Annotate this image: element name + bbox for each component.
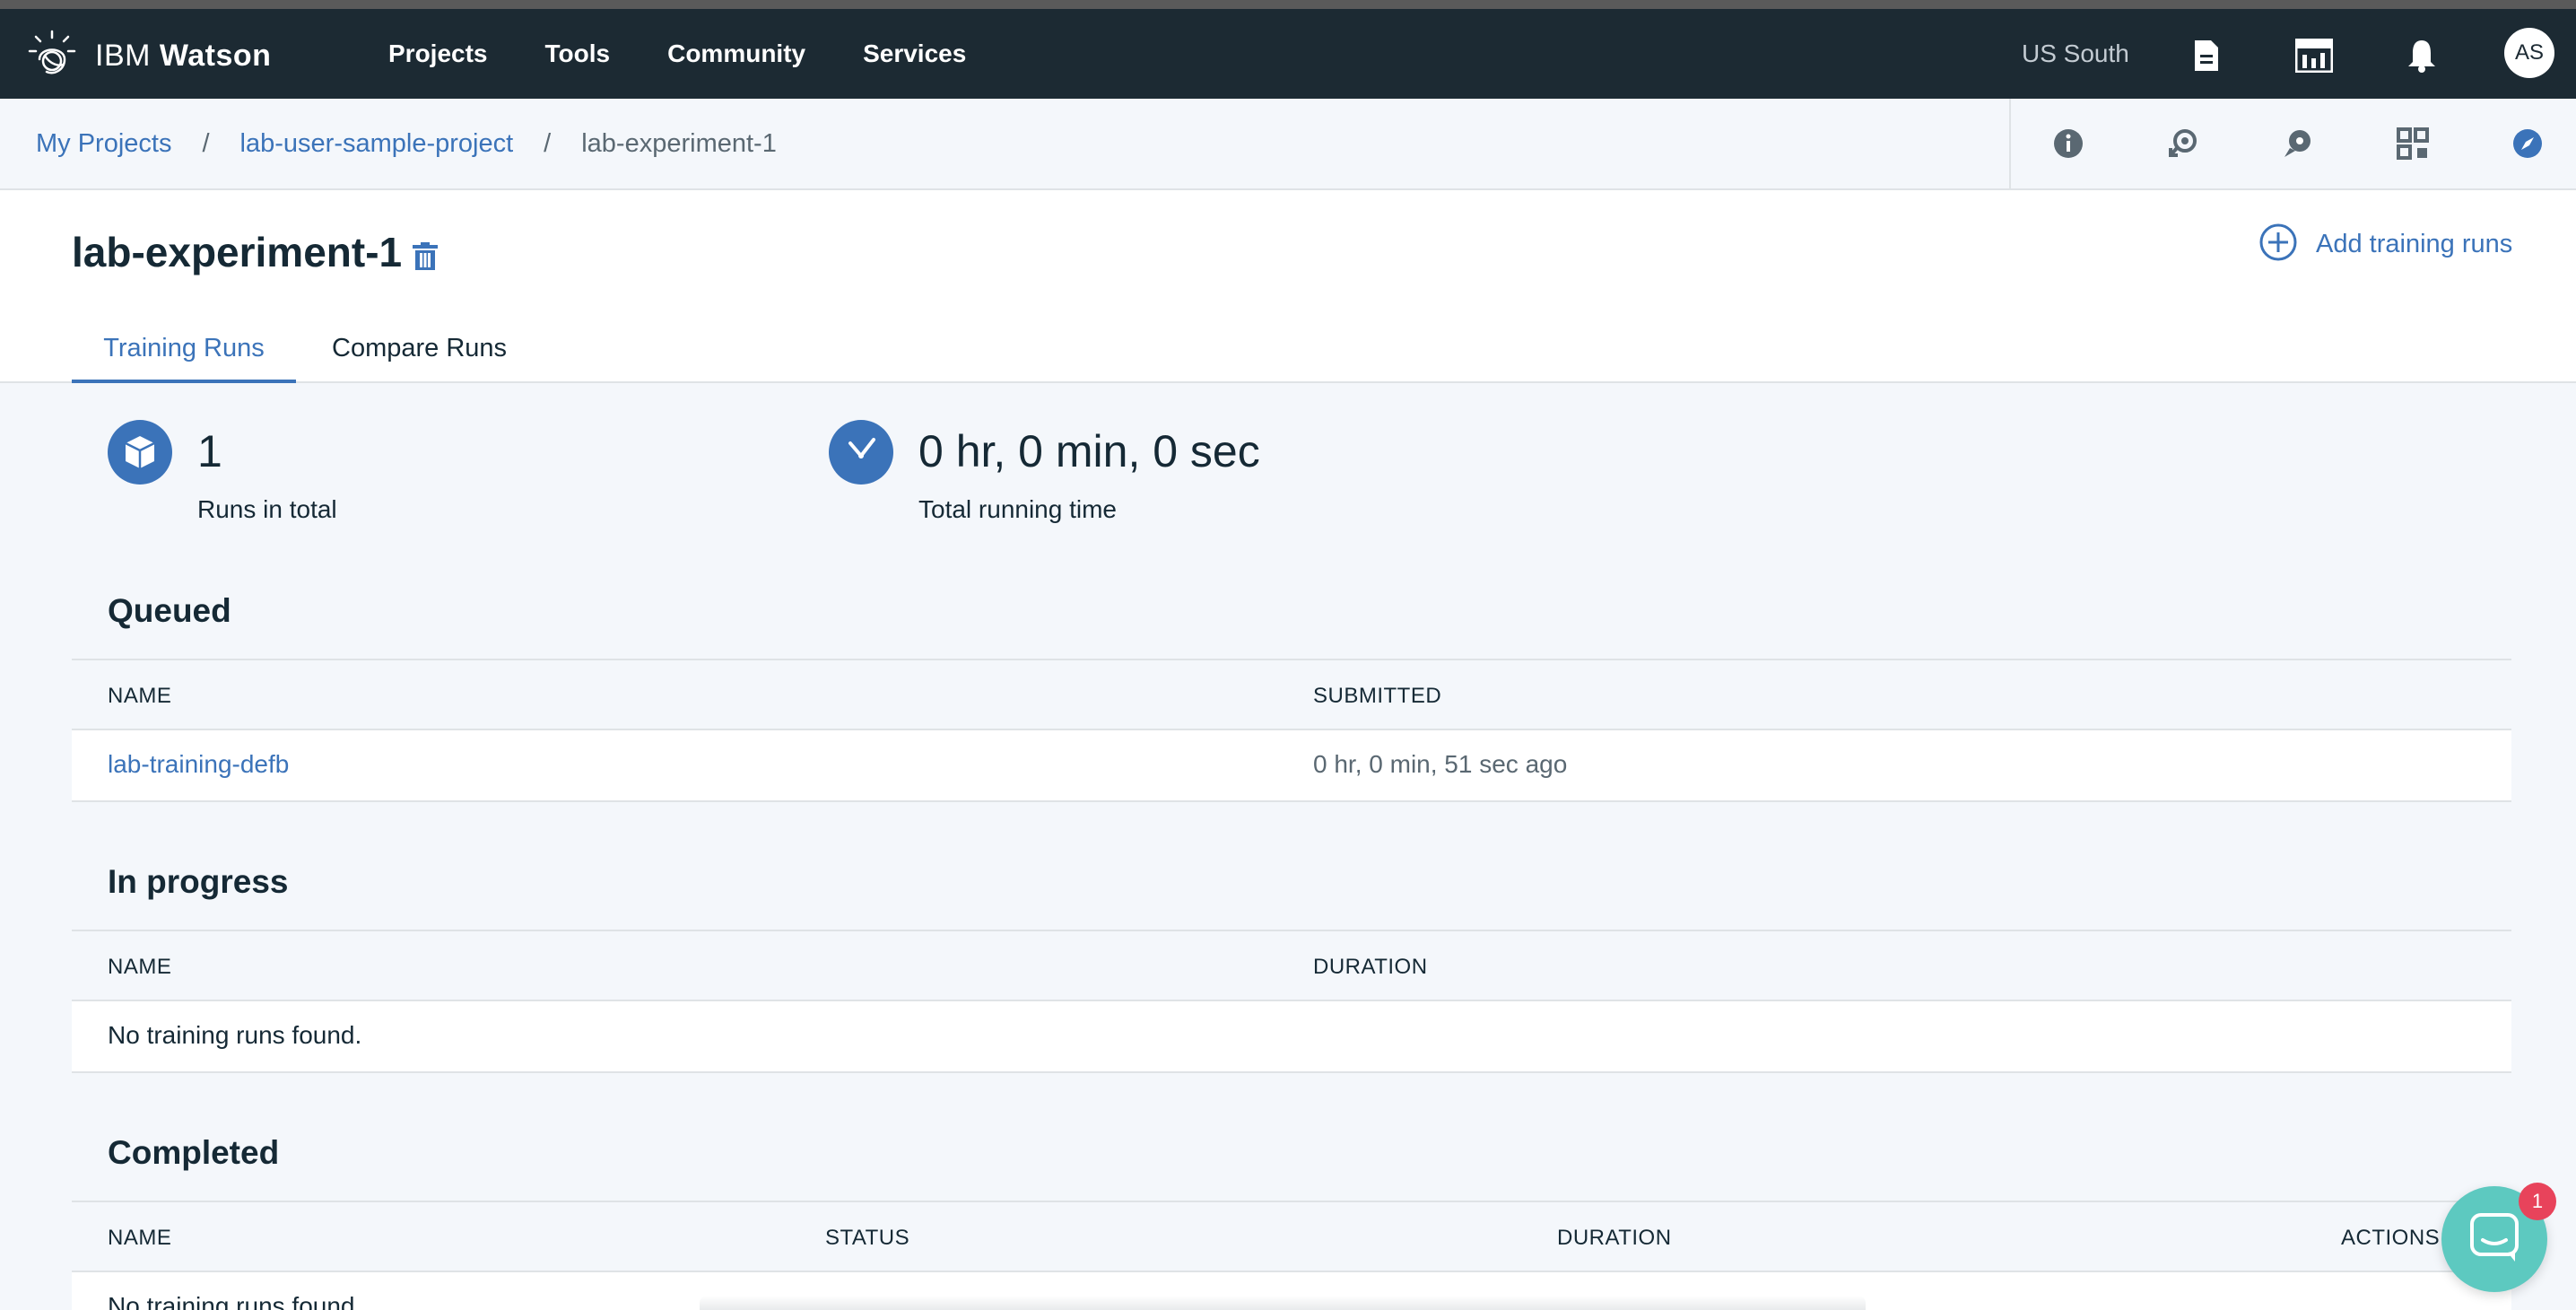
region-selector[interactable]: US South bbox=[2022, 39, 2129, 68]
breadcrumb-separator: / bbox=[202, 128, 210, 158]
add-training-runs-label: Add training runs bbox=[2316, 230, 2513, 258]
comments-icon[interactable] bbox=[2280, 126, 2316, 162]
chat-bubble-icon bbox=[2468, 1211, 2520, 1268]
breadcrumb-my-projects[interactable]: My Projects bbox=[36, 129, 171, 159]
column-header-name: NAME bbox=[108, 1226, 172, 1250]
empty-state-text: No training runs found. bbox=[108, 1021, 362, 1049]
runs-cube-icon bbox=[108, 420, 172, 485]
bottom-overlay-shadow bbox=[700, 1296, 1866, 1310]
table-row: lab-training-defb 0 hr, 0 min, 51 sec ag… bbox=[72, 730, 2511, 802]
queued-table-header: NAME SUBMITTED bbox=[72, 659, 2511, 730]
empty-state-row: No training runs found. bbox=[72, 1001, 2511, 1073]
nav-projects[interactable]: Projects bbox=[388, 39, 488, 68]
column-header-submitted: SUBMITTED bbox=[1313, 684, 1442, 708]
chat-notification-badge: 1 bbox=[2519, 1183, 2556, 1220]
breadcrumb-project[interactable]: lab-user-sample-project bbox=[240, 129, 514, 159]
runs-total-label: Runs in total bbox=[197, 495, 337, 523]
in-progress-section-title: In progress bbox=[108, 863, 289, 900]
submitted-time: 0 hr, 0 min, 51 sec ago bbox=[1313, 750, 1568, 778]
compass-icon[interactable] bbox=[2510, 126, 2546, 162]
nav-tools[interactable]: Tools bbox=[545, 39, 611, 68]
empty-state-text: No training runs found. bbox=[108, 1292, 362, 1310]
brand-watson-text: Watson bbox=[159, 39, 272, 73]
column-header-name: NAME bbox=[108, 684, 172, 708]
apps-grid-icon[interactable] bbox=[2395, 126, 2431, 162]
top-navigation-bar: IBM Watson Projects Tools Community Serv… bbox=[0, 9, 2576, 99]
breadcrumb-current: lab-experiment-1 bbox=[581, 128, 777, 158]
column-header-duration: DURATION bbox=[1557, 1226, 1672, 1250]
in-progress-table-header: NAME DURATION bbox=[72, 930, 2511, 1001]
notifications-bell-icon[interactable] bbox=[2402, 36, 2441, 75]
add-training-runs-button[interactable]: Add training runs bbox=[2258, 223, 2512, 266]
toolbar-divider bbox=[2009, 99, 2011, 188]
history-icon[interactable] bbox=[2165, 126, 2201, 162]
nav-services[interactable]: Services bbox=[863, 39, 966, 68]
column-header-duration: DURATION bbox=[1313, 955, 1428, 979]
completed-section-title: Completed bbox=[108, 1134, 280, 1171]
add-circle-icon bbox=[2258, 223, 2298, 266]
completed-table-header: NAME STATUS DURATION ACTIONS bbox=[72, 1201, 2511, 1272]
column-header-name: NAME bbox=[108, 955, 172, 979]
experiment-header: lab-experiment-1 Add training runs Train… bbox=[0, 190, 2576, 383]
running-time-label: Total running time bbox=[918, 495, 1118, 523]
training-run-link[interactable]: lab-training-defb bbox=[108, 750, 289, 779]
trash-icon[interactable] bbox=[413, 242, 438, 275]
breadcrumb-toolbar: My Projects / lab-user-sample-project / … bbox=[0, 99, 2576, 190]
running-time-value: 0 hr, 0 min, 0 sec bbox=[918, 426, 1260, 476]
tab-training-runs[interactable]: Training Runs bbox=[72, 334, 296, 383]
page-title: lab-experiment-1 bbox=[72, 229, 403, 275]
nav-community[interactable]: Community bbox=[667, 39, 805, 68]
ibm-watson-logo[interactable]: IBM Watson bbox=[27, 29, 271, 83]
breadcrumb: My Projects / lab-user-sample-project / … bbox=[36, 99, 777, 188]
tab-compare-runs[interactable]: Compare Runs bbox=[332, 334, 507, 363]
watson-logo-icon bbox=[27, 29, 77, 83]
brand-ibm-text: IBM bbox=[95, 39, 151, 73]
brand-name: IBM Watson bbox=[95, 39, 271, 74]
column-header-status: STATUS bbox=[825, 1226, 910, 1250]
breadcrumb-separator: / bbox=[544, 128, 552, 158]
document-icon[interactable] bbox=[2187, 36, 2226, 75]
window-top-strip bbox=[0, 0, 2576, 9]
clock-icon bbox=[829, 420, 893, 485]
runs-total-value: 1 bbox=[197, 426, 222, 476]
user-avatar[interactable]: AS bbox=[2504, 28, 2554, 78]
main-nav-links: Projects Tools Community Services bbox=[388, 9, 1023, 99]
catalog-grid-icon[interactable] bbox=[2294, 36, 2334, 75]
column-header-actions: ACTIONS bbox=[2341, 1226, 2441, 1250]
queued-section-title: Queued bbox=[108, 592, 231, 629]
info-icon[interactable] bbox=[2050, 126, 2086, 162]
